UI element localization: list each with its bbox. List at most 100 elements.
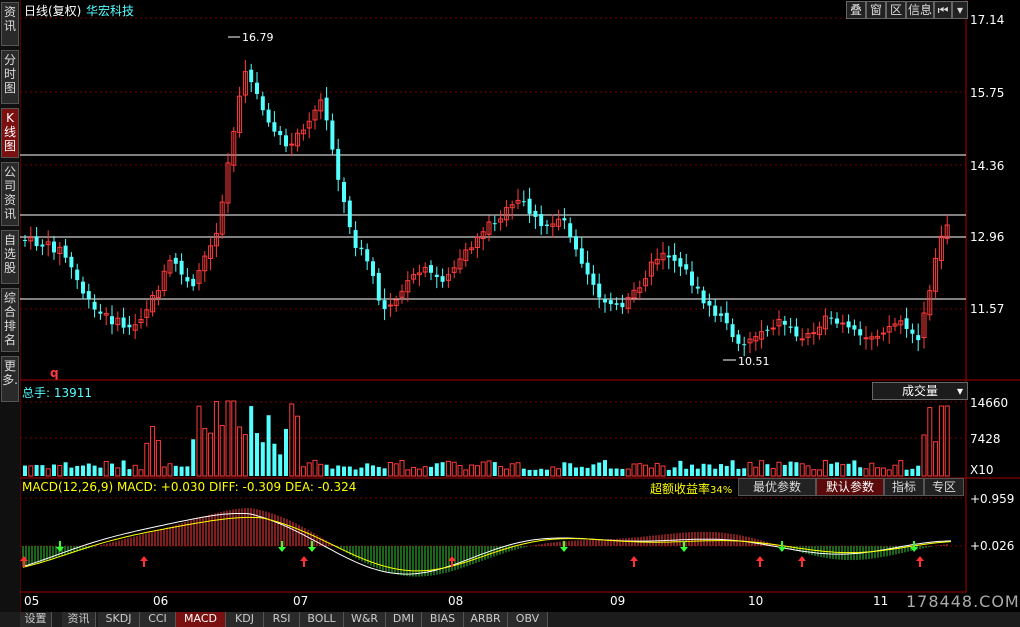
tab-dmi[interactable]: DMI bbox=[386, 612, 422, 627]
tab-kline[interactable]: K线图 bbox=[1, 108, 19, 158]
tab-intraday[interactable]: 分时图 bbox=[1, 50, 19, 104]
volume-bar-up bbox=[556, 468, 562, 477]
candle-down bbox=[191, 278, 196, 287]
candle-down bbox=[434, 274, 439, 278]
volume-bar-up bbox=[753, 466, 759, 477]
tab-watchlist[interactable]: 自选股 bbox=[1, 230, 19, 284]
range-button[interactable]: 区 bbox=[886, 1, 906, 19]
candle-down bbox=[284, 135, 288, 147]
volume-bar-up bbox=[469, 464, 475, 477]
volume-bar-down bbox=[371, 465, 375, 476]
volume-bar-up bbox=[938, 405, 944, 477]
left-tab-bar: 资讯 分时图 K线图 公司资讯 自选股 综合排名 更多. bbox=[0, 0, 20, 612]
volume-bar-up bbox=[289, 403, 295, 477]
tab-news[interactable]: 资讯 bbox=[1, 2, 19, 46]
tab-skdj[interactable]: SKDJ bbox=[98, 612, 140, 627]
overlay-button[interactable]: 叠 bbox=[846, 1, 866, 19]
tab-arbr[interactable]: ARBR bbox=[464, 612, 508, 627]
volume-bar-up bbox=[880, 467, 886, 477]
date-tick-3: 08 bbox=[448, 594, 464, 608]
promo-label[interactable]: 超额收益率34% bbox=[650, 480, 732, 497]
volume-bar-down bbox=[794, 462, 799, 476]
macd-tick-0: +0.959 bbox=[970, 492, 1015, 506]
volume-bar-up bbox=[498, 466, 504, 477]
candle-down bbox=[690, 271, 694, 286]
buy-arrow-icon bbox=[756, 556, 764, 567]
volume-bar-down bbox=[34, 465, 39, 476]
volume-bar-up bbox=[776, 461, 782, 477]
volume-bar-down bbox=[788, 461, 793, 476]
tab-zone[interactable]: 专区 bbox=[924, 478, 964, 496]
tab-ranking[interactable]: 综合排名 bbox=[1, 288, 19, 352]
tab-bias[interactable]: BIAS bbox=[422, 612, 464, 627]
volume-bar-down bbox=[852, 460, 857, 476]
volume-bar-up bbox=[150, 425, 156, 477]
volume-bar-up bbox=[295, 415, 301, 477]
volume-bar-down bbox=[666, 469, 671, 476]
candle-down bbox=[829, 317, 834, 319]
volume-tick-0: 14660 bbox=[970, 396, 1009, 410]
volume-bar-up bbox=[933, 441, 939, 477]
volume-bar-up bbox=[503, 468, 509, 477]
volume-bar-down bbox=[539, 468, 544, 476]
volume-bar-up bbox=[927, 407, 933, 477]
tab-macd[interactable]: MACD bbox=[176, 612, 226, 627]
candle-down bbox=[585, 262, 590, 275]
kline-chart-svg[interactable] bbox=[20, 0, 1020, 612]
candle-down bbox=[98, 311, 103, 314]
candle-down bbox=[365, 249, 370, 262]
candle-down bbox=[52, 241, 56, 253]
candle-down bbox=[440, 276, 445, 282]
candle-down bbox=[278, 130, 283, 136]
volume-bar-down bbox=[684, 468, 689, 476]
candle-down bbox=[539, 214, 544, 227]
volume-bar-up bbox=[863, 468, 869, 477]
tab-obv[interactable]: OBV bbox=[508, 612, 548, 627]
volume-bar-down bbox=[63, 462, 68, 476]
info-button[interactable]: 信息 bbox=[906, 1, 934, 19]
candle-down bbox=[782, 320, 787, 325]
volume-bar-down bbox=[365, 463, 370, 476]
volume-bar-up bbox=[167, 463, 173, 477]
candle-up bbox=[811, 332, 817, 335]
tab-more[interactable]: 更多. bbox=[1, 356, 19, 402]
volume-bar-up bbox=[509, 463, 515, 477]
candle-down bbox=[666, 255, 671, 258]
first-icon[interactable]: ⏮ bbox=[934, 1, 952, 19]
volume-bar-down bbox=[730, 460, 735, 476]
candle-down bbox=[521, 201, 526, 203]
tab-indicator[interactable]: 指标 bbox=[884, 478, 924, 496]
tab-cci[interactable]: CCI bbox=[140, 612, 176, 627]
candle-down bbox=[272, 122, 277, 132]
candle-down bbox=[713, 305, 718, 316]
volume-selector[interactable]: 成交量 ▾ bbox=[872, 382, 968, 400]
tab-info[interactable]: 资讯 bbox=[62, 612, 96, 627]
tab-kdj[interactable]: KDJ bbox=[226, 612, 264, 627]
marker-label: q bbox=[50, 366, 59, 380]
volume-bar-up bbox=[208, 432, 214, 477]
window-button[interactable]: 窗 bbox=[866, 1, 886, 19]
tab-best-params[interactable]: 最优参数 bbox=[738, 478, 816, 496]
volume-title: 总手: 13911 bbox=[22, 386, 93, 400]
candle-down bbox=[904, 318, 909, 329]
candle-down bbox=[736, 334, 741, 344]
volume-bar-down bbox=[608, 468, 613, 476]
chevron-down-icon[interactable]: ▾ bbox=[952, 1, 968, 19]
volume-bar-up bbox=[422, 466, 428, 477]
tab-company-news[interactable]: 公司资讯 bbox=[1, 162, 19, 226]
volume-bar-up bbox=[840, 464, 846, 477]
volume-bar-up bbox=[306, 462, 312, 477]
candle-down bbox=[765, 329, 770, 331]
tab-default-params[interactable]: 默认参数 bbox=[816, 478, 884, 496]
volume-bar-down bbox=[846, 463, 851, 476]
tab-settings[interactable]: 设置 bbox=[20, 612, 52, 627]
tab-wr[interactable]: W&R bbox=[344, 612, 386, 627]
tab-boll[interactable]: BOLL bbox=[300, 612, 344, 627]
volume-bar-down bbox=[127, 469, 132, 476]
low-annotation: 10.51 bbox=[738, 355, 770, 368]
candle-up bbox=[799, 338, 805, 341]
volume-bar-down bbox=[98, 467, 103, 476]
volume-bar-up bbox=[625, 468, 631, 477]
tab-rsi[interactable]: RSI bbox=[264, 612, 300, 627]
volume-tick-1: 7428 bbox=[970, 432, 1001, 446]
